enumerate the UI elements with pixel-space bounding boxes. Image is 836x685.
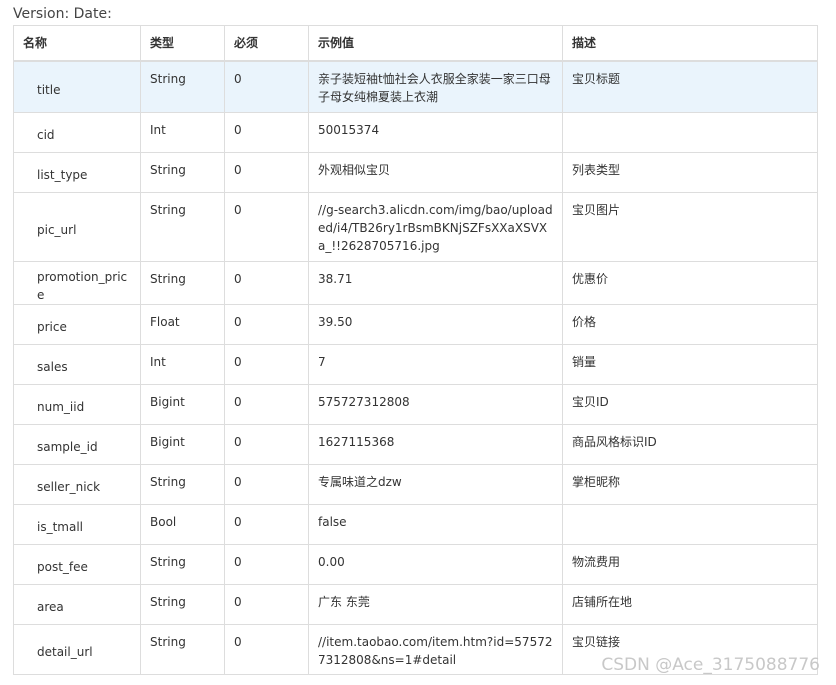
header-type: 类型: [140, 25, 225, 62]
csdn-watermark: CSDN @Ace_3175088776: [601, 655, 820, 675]
table-row: title String 0 亲子装短袖t恤社会人衣服全家装一家三口母子母女纯棉…: [13, 60, 818, 113]
field-desc: 宝贝标题: [562, 60, 818, 113]
field-required: 0: [224, 60, 309, 113]
field-name: num_iid: [13, 383, 141, 425]
field-type: Bool: [140, 503, 225, 545]
table-row: sales Int 0 7 销量: [13, 343, 818, 385]
field-type: String: [140, 60, 225, 113]
table-row: seller_nick String 0 专属味道之dzw 掌柜昵称: [13, 463, 818, 505]
field-name: area: [13, 583, 141, 625]
field-desc: 物流费用: [562, 543, 818, 585]
field-type: String: [140, 623, 225, 675]
table-row: post_fee String 0 0.00 物流费用: [13, 543, 818, 585]
field-desc: 店铺所在地: [562, 583, 818, 625]
table-row: area String 0 广东 东莞 店铺所在地: [13, 583, 818, 625]
header-required: 必须: [224, 25, 309, 62]
field-name: title: [13, 60, 141, 113]
field-type: Bigint: [140, 423, 225, 465]
field-type: String: [140, 191, 225, 262]
field-required: 0: [224, 543, 309, 585]
field-example: 外观相似宝贝: [308, 151, 563, 193]
field-required: 0: [224, 503, 309, 545]
table-row: is_tmall Bool 0 false: [13, 503, 818, 545]
table-row: sample_id Bigint 0 1627115368 商品风格标识ID: [13, 423, 818, 465]
field-required: 0: [224, 303, 309, 345]
field-example: 50015374: [308, 111, 563, 153]
field-type: String: [140, 463, 225, 505]
header-name: 名称: [13, 25, 141, 62]
field-desc: [562, 503, 818, 545]
field-name: seller_nick: [13, 463, 141, 505]
field-type: String: [140, 151, 225, 193]
field-desc: 宝贝图片: [562, 191, 818, 262]
field-required: 0: [224, 623, 309, 675]
field-example: 亲子装短袖t恤社会人衣服全家装一家三口母子母女纯棉夏装上衣潮: [308, 60, 563, 113]
field-example: 1627115368: [308, 423, 563, 465]
field-desc: 价格: [562, 303, 818, 345]
field-required: 0: [224, 151, 309, 193]
field-example: 专属味道之dzw: [308, 463, 563, 505]
table-row: price Float 0 39.50 价格: [13, 303, 818, 345]
table-header-row: 名称 类型 必须 示例值 描述: [13, 25, 818, 62]
field-desc: [562, 111, 818, 153]
field-type: Int: [140, 111, 225, 153]
field-name: pic_url: [13, 191, 141, 262]
field-required: 0: [224, 111, 309, 153]
field-required: 0: [224, 383, 309, 425]
field-name: sales: [13, 343, 141, 385]
version-line: Version: Date:: [13, 6, 112, 22]
field-example: 广东 东莞: [308, 583, 563, 625]
field-name: is_tmall: [13, 503, 141, 545]
field-example: //item.taobao.com/item.htm?id=5757273128…: [308, 623, 563, 675]
field-type: Int: [140, 343, 225, 385]
table-row: list_type String 0 外观相似宝贝 列表类型: [13, 151, 818, 193]
field-name: cid: [13, 111, 141, 153]
field-example: //g-search3.alicdn.com/img/bao/uploaded/…: [308, 191, 563, 262]
field-desc: 宝贝ID: [562, 383, 818, 425]
field-example: 575727312808: [308, 383, 563, 425]
field-name: post_fee: [13, 543, 141, 585]
table-row: num_iid Bigint 0 575727312808 宝贝ID: [13, 383, 818, 425]
field-required: 0: [224, 463, 309, 505]
field-name: sample_id: [13, 423, 141, 465]
table-row: pic_url String 0 //g-search3.alicdn.com/…: [13, 191, 818, 262]
header-desc: 描述: [562, 25, 818, 62]
api-field-table: 名称 类型 必须 示例值 描述 title String 0 亲子装短袖t恤社会…: [13, 25, 818, 675]
field-required: 0: [224, 260, 309, 305]
field-name: price: [13, 303, 141, 345]
field-example: 7: [308, 343, 563, 385]
field-required: 0: [224, 423, 309, 465]
field-type: Float: [140, 303, 225, 345]
field-required: 0: [224, 583, 309, 625]
field-desc: 掌柜昵称: [562, 463, 818, 505]
field-type: String: [140, 583, 225, 625]
field-desc: 销量: [562, 343, 818, 385]
field-example: 0.00: [308, 543, 563, 585]
field-type: Bigint: [140, 383, 225, 425]
field-desc: 列表类型: [562, 151, 818, 193]
field-type: String: [140, 260, 225, 305]
field-example: 39.50: [308, 303, 563, 345]
table-row: cid Int 0 50015374: [13, 111, 818, 153]
field-type: String: [140, 543, 225, 585]
field-name: detail_url: [13, 623, 141, 675]
field-name: list_type: [13, 151, 141, 193]
field-desc: 商品风格标识ID: [562, 423, 818, 465]
field-name: promotion_price: [13, 260, 141, 305]
table-row: promotion_price String 0 38.71 优惠价: [13, 260, 818, 305]
field-example: false: [308, 503, 563, 545]
field-desc: 优惠价: [562, 260, 818, 305]
header-example: 示例值: [308, 25, 563, 62]
field-example: 38.71: [308, 260, 563, 305]
field-required: 0: [224, 343, 309, 385]
field-required: 0: [224, 191, 309, 262]
